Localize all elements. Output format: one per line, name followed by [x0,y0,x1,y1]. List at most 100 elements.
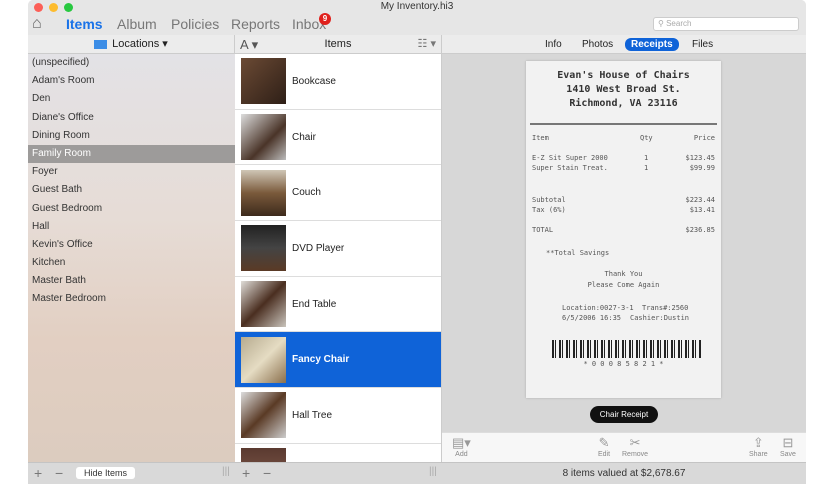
sidebar-item-selected[interactable]: Family Room [28,144,235,164]
list-item[interactable]: End Table [235,277,441,333]
receipt-col-item: Item [532,134,549,142]
search-input[interactable]: ⚲ Search [653,17,799,31]
item-thumbnail [241,58,286,105]
item-name: Chair [292,131,316,143]
title-bar: My Inventory.hi3 [28,0,806,14]
list-item-selected[interactable]: Fancy Chair [235,332,441,389]
edit-button[interactable]: ✎ Edit [598,435,610,458]
item-name: Couch [292,187,321,199]
zoom-button[interactable] [64,3,73,12]
receipt-come-again: Please Come Again [587,281,660,289]
item-name: DVD Player [292,242,345,254]
item-thumbnail [241,169,286,216]
sidebar-item[interactable]: Foyer [28,163,235,181]
item-name: Hall Tree [292,409,333,421]
sidebar-item[interactable]: Kevin's Office [28,236,235,254]
sidebar-item[interactable]: Hall [28,218,235,236]
sidebar-item[interactable]: Dining Room [28,127,235,145]
add-location-button[interactable]: + [34,465,42,481]
save-label: Save [780,451,796,458]
item-thumbnail [241,225,286,272]
receipt-line-qty: 1 [644,164,649,172]
detail-tabs: Info Photos Receipts Files [442,35,806,54]
receipt-thanks: Thank You [604,270,643,278]
list-item[interactable] [235,444,441,462]
share-label: Share [749,451,768,458]
receipt-subtotal: $223.44 [685,196,715,204]
receipt-address: 1410 West Broad St. [566,84,681,95]
receipt-location: Location:0027-3-1 [562,304,634,312]
list-item[interactable]: DVD Player [235,221,441,277]
sidebar-resize-handle[interactable]: ||| [222,466,230,477]
window-title: My Inventory.hi3 [380,1,454,12]
edit-label: Edit [598,451,611,458]
detail-toolbar: ▤▾ Add ✎ Edit ✂ Remove ⇪ Share ⊟ Save [442,432,806,462]
items-list: Bookcase Chair Couch DVD Player End Tabl… [235,54,442,462]
search-placeholder: Search [666,19,692,28]
app-window: My Inventory.hi3 ⌂ Items Album Policies … [28,0,806,484]
tab-reports[interactable]: Reports [231,16,280,32]
item-name: Fancy Chair [292,354,350,366]
tab-files[interactable]: Files [686,38,719,51]
receipt-viewer: Evan's House of Chairs 1410 West Broad S… [442,54,806,432]
sidebar-item[interactable]: Guest Bedroom [28,200,235,218]
receipt-image[interactable]: Evan's House of Chairs 1410 West Broad S… [526,61,721,398]
tab-receipts[interactable]: Receipts [625,38,679,51]
add-item-button[interactable]: + [242,465,250,481]
receipt-caption[interactable]: Chair Receipt [590,406,658,423]
view-options-button[interactable]: ☷ ▾ [418,35,436,54]
item-name: Bookcase [292,75,336,87]
list-item[interactable]: Couch [235,165,441,222]
minimize-button[interactable] [49,3,58,12]
item-thumbnail [241,392,286,439]
add-label: Add [455,451,468,458]
sidebar-item[interactable]: (unspecified) [28,54,235,72]
list-item[interactable]: Bookcase [235,54,441,110]
remove-button[interactable]: ✂ Remove [622,435,648,458]
tab-policies[interactable]: Policies [171,16,219,32]
inbox-badge: 9 [319,13,331,25]
sidebar-item[interactable]: Master Bedroom [28,290,235,308]
remove-label: Remove [622,451,649,458]
remove-location-button[interactable]: − [55,465,63,481]
add-button[interactable]: ▤▾ Add [452,435,471,458]
share-icon: ⇪ [752,435,764,450]
barcode [552,340,702,358]
item-thumbnail [241,336,286,383]
item-name: End Table [292,298,337,310]
sort-button[interactable]: A ▾ [240,35,258,54]
receipt-col-price: Price [693,134,715,142]
tab-photos[interactable]: Photos [576,38,619,51]
bottom-bar: + − Hide Items ||| + − ||| 8 items value… [28,462,806,484]
item-thumbnail [241,448,286,462]
save-button[interactable]: ⊟ Save [780,435,796,458]
tab-items[interactable]: Items [66,16,103,32]
receipt-line-item: Super Stain Treat. [532,164,608,172]
receipt-store: Evan's House of Chairs [557,70,690,81]
receipt-line-item: E-Z Sit Super 2000 [532,154,608,162]
sidebar-item[interactable]: Adam's Room [28,72,235,90]
list-resize-handle[interactable]: ||| [429,466,437,477]
locations-header[interactable]: Locations ▾ [28,35,235,54]
sidebar-item[interactable]: Diane's Office [28,109,235,127]
items-header: A ▾ Items ☷ ▾ [235,35,442,54]
remove-item-button[interactable]: − [263,465,271,481]
list-item[interactable]: Chair [235,110,441,166]
receipt-line-qty: 1 [644,154,649,162]
list-item[interactable]: Hall Tree [235,388,441,444]
tab-info[interactable]: Info [539,38,568,51]
receipt-col-qty: Qty [640,134,653,142]
share-button[interactable]: ⇪ Share [749,435,768,458]
sidebar-item[interactable]: Den [28,90,235,108]
sidebar-item[interactable]: Guest Bath [28,181,235,199]
sidebar-item[interactable]: Master Bath [28,272,235,290]
receipt-line-price: $99.99 [689,164,715,172]
close-button[interactable] [34,3,43,12]
home-icon[interactable]: ⌂ [32,15,42,33]
tab-album[interactable]: Album [117,16,157,32]
receipt-line-price: $123.45 [685,154,715,162]
hide-items-button[interactable]: Hide Items [76,467,136,479]
sidebar-item[interactable]: Kitchen [28,254,235,272]
item-thumbnail [241,114,286,161]
locations-dropdown[interactable]: Locations ▾ [112,38,168,50]
